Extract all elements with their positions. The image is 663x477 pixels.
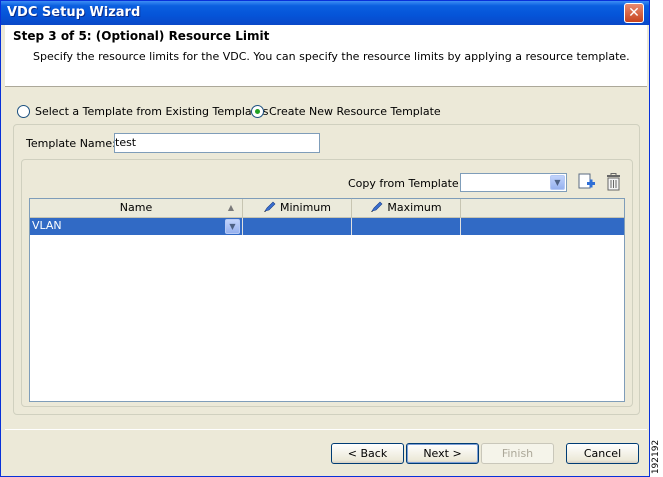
cell-maximum[interactable] (352, 218, 461, 235)
template-name-label: Template Name: (26, 137, 116, 150)
cancel-button[interactable]: Cancel (566, 443, 639, 464)
table-row[interactable]: VLAN ▼ (30, 218, 624, 235)
pencil-icon (264, 201, 276, 212)
column-header-maximum[interactable]: Maximum (352, 199, 461, 217)
pencil-icon (371, 201, 383, 212)
column-header-extra (461, 199, 624, 217)
column-header-maximum-label: Maximum (387, 201, 442, 214)
close-button[interactable]: ✕ (624, 3, 644, 23)
sort-ascending-icon: ▲ (227, 203, 234, 212)
radio-new-template[interactable]: Create New Resource Template (251, 103, 441, 119)
cell-name-text: VLAN (32, 219, 62, 232)
table-header: Name ▲ Minimum Maximum (30, 199, 624, 218)
chevron-down-icon[interactable]: ▼ (225, 219, 240, 234)
copy-from-template-label: Copy from Template: (348, 177, 463, 190)
footer-separator (5, 429, 647, 430)
cell-name[interactable]: VLAN ▼ (30, 218, 243, 235)
chevron-down-icon[interactable]: ▼ (550, 175, 565, 190)
wizard-header: Step 3 of 5: (Optional) Resource Limit S… (5, 25, 647, 87)
column-header-name[interactable]: Name ▲ (30, 199, 243, 217)
template-name-input[interactable]: test (114, 133, 320, 153)
window-title: VDC Setup Wizard (7, 5, 141, 20)
wizard-window: VDC Setup Wizard ✕ Step 3 of 5: (Optiona… (0, 0, 650, 477)
trash-icon[interactable] (605, 173, 622, 191)
figure-id-text: 192192 (651, 439, 662, 475)
radio-existing-indicator[interactable] (17, 104, 30, 118)
radio-new-indicator[interactable] (251, 104, 264, 118)
step-title: Step 3 of 5: (Optional) Resource Limit (13, 29, 270, 43)
cell-minimum[interactable] (243, 218, 352, 235)
column-header-minimum-label: Minimum (280, 201, 331, 214)
radio-new-label: Create New Resource Template (269, 104, 441, 118)
figure-id: 192192 (651, 439, 663, 477)
title-bar[interactable]: VDC Setup Wizard ✕ (1, 1, 649, 25)
copy-from-template-select[interactable]: ▼ (460, 173, 567, 192)
resource-table[interactable]: Name ▲ Minimum Maximum VLAN ▼ (29, 198, 625, 402)
step-description: Specify the resource limits for the VDC.… (33, 50, 630, 63)
add-template-icon[interactable] (578, 173, 596, 191)
radio-existing-template[interactable]: Select a Template from Existing Template… (17, 103, 268, 119)
back-button[interactable]: < Back (331, 443, 404, 464)
column-header-minimum[interactable]: Minimum (243, 199, 352, 217)
finish-button: Finish (481, 443, 554, 464)
next-button[interactable]: Next > (406, 443, 479, 464)
column-header-name-label: Name (119, 201, 153, 214)
radio-existing-label: Select a Template from Existing Template… (35, 104, 269, 118)
